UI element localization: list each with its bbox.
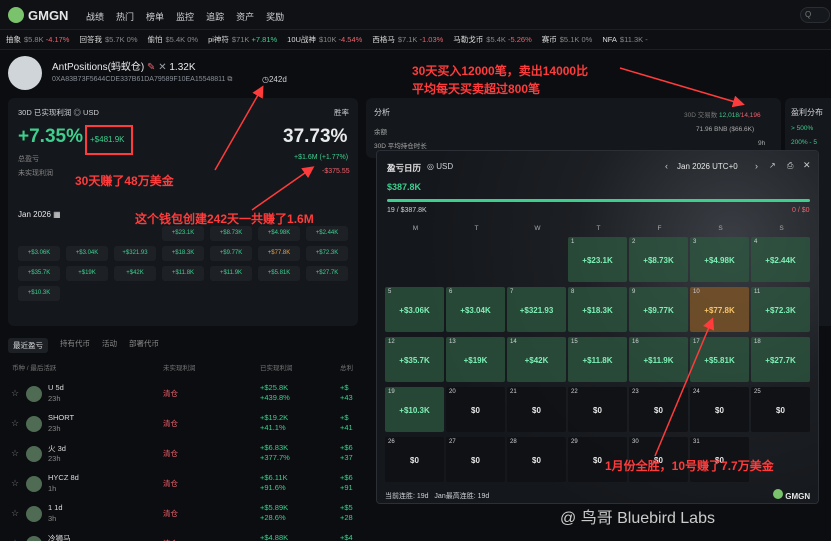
watermark: @ 鸟哥 Bluebird Labs — [560, 504, 715, 528]
annotation-arrows — [214, 67, 745, 457]
watermark-text: @ 鸟哥 Bluebird Labs — [560, 510, 715, 527]
